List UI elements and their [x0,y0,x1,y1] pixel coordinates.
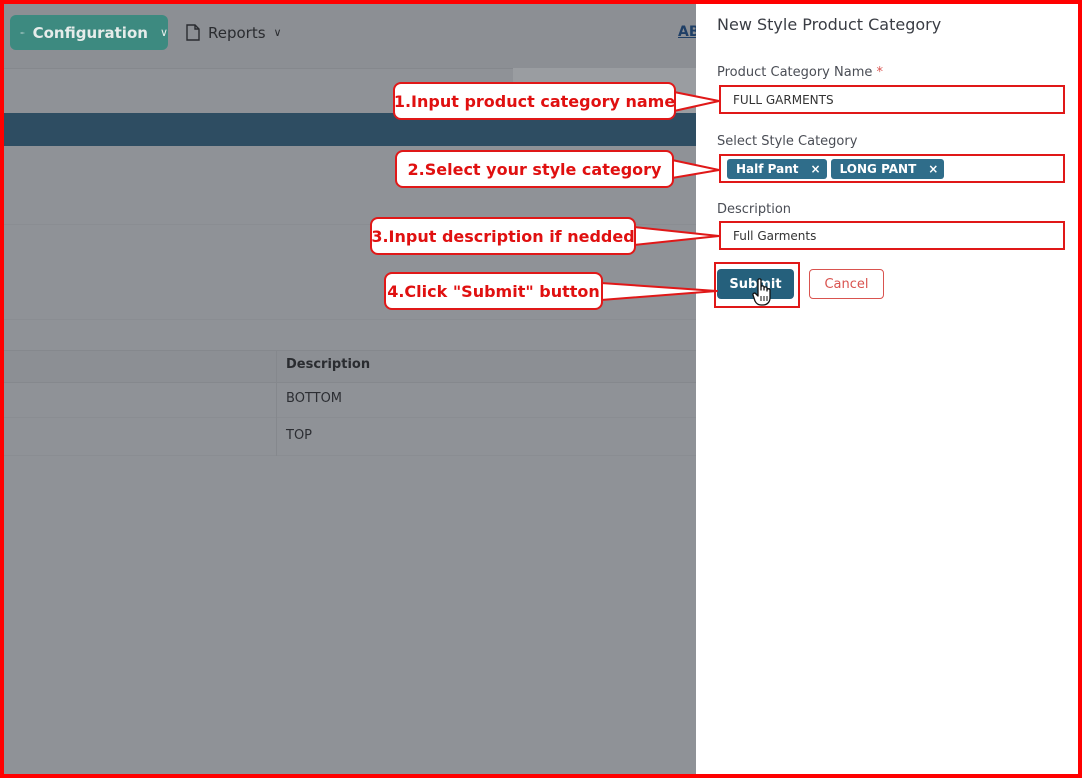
callout-step-2: 2.Select your style category [395,150,674,188]
callout-step-4: 4.Click "Submit" button [384,272,603,310]
callout-pointer [633,226,720,246]
callout-step-1: 1.Input product category name [393,82,676,120]
callout-pointer [600,282,718,301]
callout-step-3: 3.Input description if nedded [370,217,636,255]
callout-pointer [671,159,720,179]
callout-pointer [673,91,720,112]
hand-pointer-icon [752,278,771,306]
